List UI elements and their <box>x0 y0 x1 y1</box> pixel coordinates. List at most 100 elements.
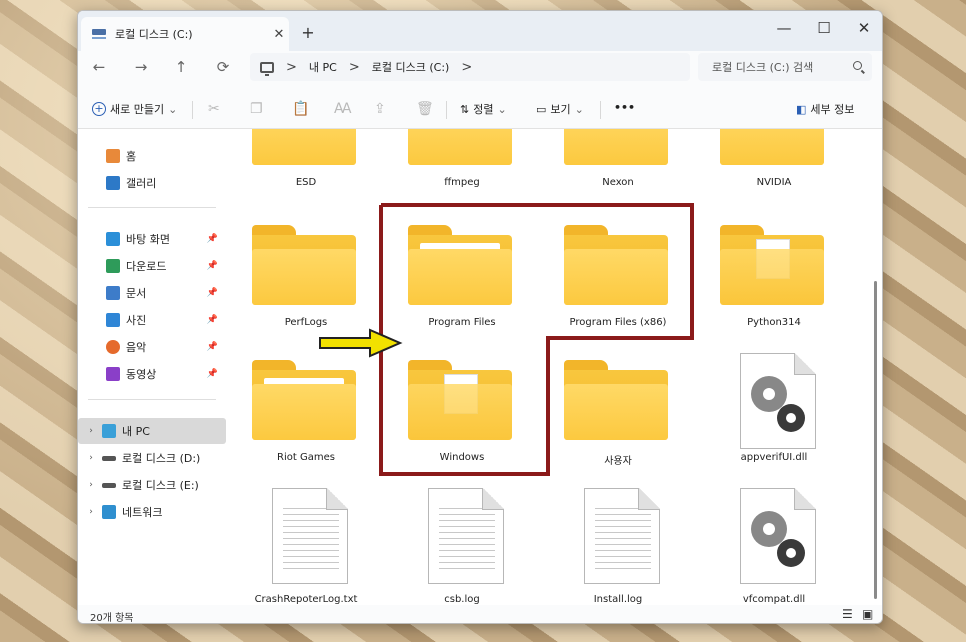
file-item[interactable]: vfcompat.dll <box>702 488 822 605</box>
chevron-right-icon[interactable]: › <box>84 453 98 463</box>
folder-item[interactable]: ffmpeg <box>390 129 512 215</box>
gallery-icon <box>106 176 120 190</box>
search-input[interactable]: 로컬 디스크 (C:) 검색 <box>698 53 872 81</box>
annotation-arrow-icon <box>319 328 403 358</box>
chevron-right-icon[interactable]: › <box>84 507 98 517</box>
item-label: vfcompat.dll <box>742 594 806 605</box>
item-label: Program Files <box>428 317 496 328</box>
sidebar-item-pictures[interactable]: 사진 📌 <box>78 307 226 333</box>
file-item[interactable]: CrashRepoterLog.txt <box>234 488 357 605</box>
breadcrumb-separator: > <box>461 59 473 75</box>
command-bar: + 새로 만들기 ⌄ ✂ ❐ 📋 Ꜳ ⇪ 🗑 ⇅ 정렬 ⌄ ▭ 보기 ⌄ •••… <box>78 91 882 129</box>
dll-file-icon <box>740 353 816 449</box>
refresh-button[interactable]: ⟳ <box>212 56 234 78</box>
home-icon <box>106 149 120 163</box>
download-icon <box>106 259 120 273</box>
folder-item[interactable]: Riot Games <box>234 360 356 490</box>
sidebar-item-documents[interactable]: 문서 📌 <box>78 280 226 306</box>
tab-local-disk-c[interactable]: 로컬 디스크 (C:) ✕ <box>81 17 289 51</box>
sidebar-item-label: 로컬 디스크 (E:) <box>122 479 199 492</box>
up-button[interactable]: ↑ <box>170 56 192 78</box>
chevron-down-icon: ⌄ <box>168 102 178 116</box>
sidebar-item-desktop[interactable]: 바탕 화면 📌 <box>78 226 226 252</box>
sidebar-item-videos[interactable]: 동영상 📌 <box>78 361 226 387</box>
new-tab-button[interactable]: + <box>298 23 318 42</box>
item-label: CrashRepoterLog.txt <box>254 594 358 605</box>
folder-item[interactable]: 사용자 <box>546 360 668 490</box>
rename-icon[interactable]: Ꜳ <box>334 101 352 117</box>
sidebar-item-downloads[interactable]: 다운로드 📌 <box>78 253 226 279</box>
share-icon[interactable]: ⇪ <box>374 101 386 117</box>
view-button[interactable]: ▭ 보기 ⌄ <box>536 101 584 117</box>
close-button[interactable]: ✕ <box>850 19 878 37</box>
folder-item[interactable]: NVIDIA <box>702 129 824 215</box>
status-bar: 20개 항목 ☰ ▣ <box>78 605 882 623</box>
cut-icon[interactable]: ✂ <box>208 101 220 117</box>
details-view-icon[interactable]: ☰ <box>842 607 853 621</box>
music-icon <box>106 340 120 354</box>
gear-icon <box>777 404 805 432</box>
vertical-scrollbar[interactable] <box>874 281 877 599</box>
folder-item[interactable]: Windows <box>390 360 512 490</box>
more-options-button[interactable]: ••• <box>614 101 635 114</box>
sidebar-item-label: 네트워크 <box>122 506 163 519</box>
toolbar-divider <box>600 101 601 119</box>
sidebar-item-label: 바탕 화면 <box>126 233 170 246</box>
minimize-button[interactable]: — <box>770 19 798 37</box>
breadcrumb-separator: > <box>286 59 297 75</box>
back-button[interactable]: ← <box>88 56 110 78</box>
folder-item[interactable]: ESD <box>234 129 356 215</box>
file-item[interactable]: Install.log <box>546 488 666 605</box>
file-explorer-window: 로컬 디스크 (C:) ✕ + — ☐ ✕ ← → ↑ ⟳ > 내 PC > 로… <box>77 10 883 624</box>
sidebar-item-my-pc[interactable]: › 내 PC <box>78 418 226 444</box>
search-placeholder: 로컬 디스크 (C:) 검색 <box>712 61 814 74</box>
text-file-icon <box>428 488 504 584</box>
chevron-right-icon[interactable]: › <box>84 480 98 490</box>
tiles-view-icon[interactable]: ▣ <box>862 607 873 621</box>
folder-item[interactable]: Nexon <box>546 129 668 215</box>
drive-icon <box>91 27 107 41</box>
breadcrumb-local-disk-c[interactable]: 로컬 디스크 (C:) <box>372 59 450 75</box>
folder-item[interactable]: Python314 <box>702 225 824 355</box>
navigation-pane: 홈 갤러리 바탕 화면 📌 다운로드 📌 문서 📌 사진 📌 음악 📌 동영상 … <box>78 129 226 605</box>
sidebar-item-home[interactable]: 홈 <box>78 143 226 169</box>
file-item[interactable]: csb.log <box>390 488 510 605</box>
sidebar-item-drive-e[interactable]: › 로컬 디스크 (E:) <box>78 472 226 498</box>
dll-file-icon <box>740 488 816 584</box>
sort-button[interactable]: ⇅ 정렬 ⌄ <box>460 101 507 117</box>
new-button[interactable]: + 새로 만들기 ⌄ <box>92 101 177 117</box>
sidebar-item-network[interactable]: › 네트워크 <box>78 499 226 525</box>
sidebar-item-label: 다운로드 <box>126 260 167 273</box>
folder-item[interactable]: Program Files (x86) <box>546 225 668 355</box>
documents-icon <box>106 286 120 300</box>
maximize-button[interactable]: ☐ <box>810 19 838 37</box>
toolbar-divider <box>446 101 447 119</box>
folder-icon <box>720 225 824 311</box>
sidebar-item-music[interactable]: 음악 📌 <box>78 334 226 360</box>
pc-icon <box>260 61 274 76</box>
folder-item[interactable]: Program Files <box>390 225 512 355</box>
file-item[interactable]: appverifUI.dll <box>702 353 822 483</box>
sidebar-item-label: 사진 <box>126 314 147 327</box>
chevron-right-icon[interactable]: › <box>84 426 98 436</box>
sidebar-item-label: 홈 <box>126 150 137 163</box>
tab-close-icon[interactable]: ✕ <box>269 27 289 42</box>
delete-icon[interactable]: 🗑 <box>416 101 434 117</box>
sidebar-item-gallery[interactable]: 갤러리 <box>78 170 226 196</box>
item-label: Nexon <box>602 177 634 188</box>
sidebar-item-drive-d[interactable]: › 로컬 디스크 (D:) <box>78 445 226 471</box>
details-label: 세부 정보 <box>810 103 855 116</box>
text-file-icon <box>584 488 660 584</box>
address-bar[interactable]: > 내 PC > 로컬 디스크 (C:) > <box>250 53 690 81</box>
folder-icon <box>564 225 668 311</box>
copy-icon[interactable]: ❐ <box>250 101 263 117</box>
view-icon: ▭ <box>536 102 547 116</box>
forward-button[interactable]: → <box>130 56 152 78</box>
item-label: NVIDIA <box>756 177 792 188</box>
folder-icon <box>564 360 668 446</box>
breadcrumb-my-pc[interactable]: 내 PC <box>309 59 337 75</box>
sidebar-divider <box>88 207 216 208</box>
network-icon <box>102 505 116 519</box>
details-pane-button[interactable]: ◧ 세부 정보 <box>796 101 854 117</box>
paste-icon[interactable]: 📋 <box>292 101 309 117</box>
